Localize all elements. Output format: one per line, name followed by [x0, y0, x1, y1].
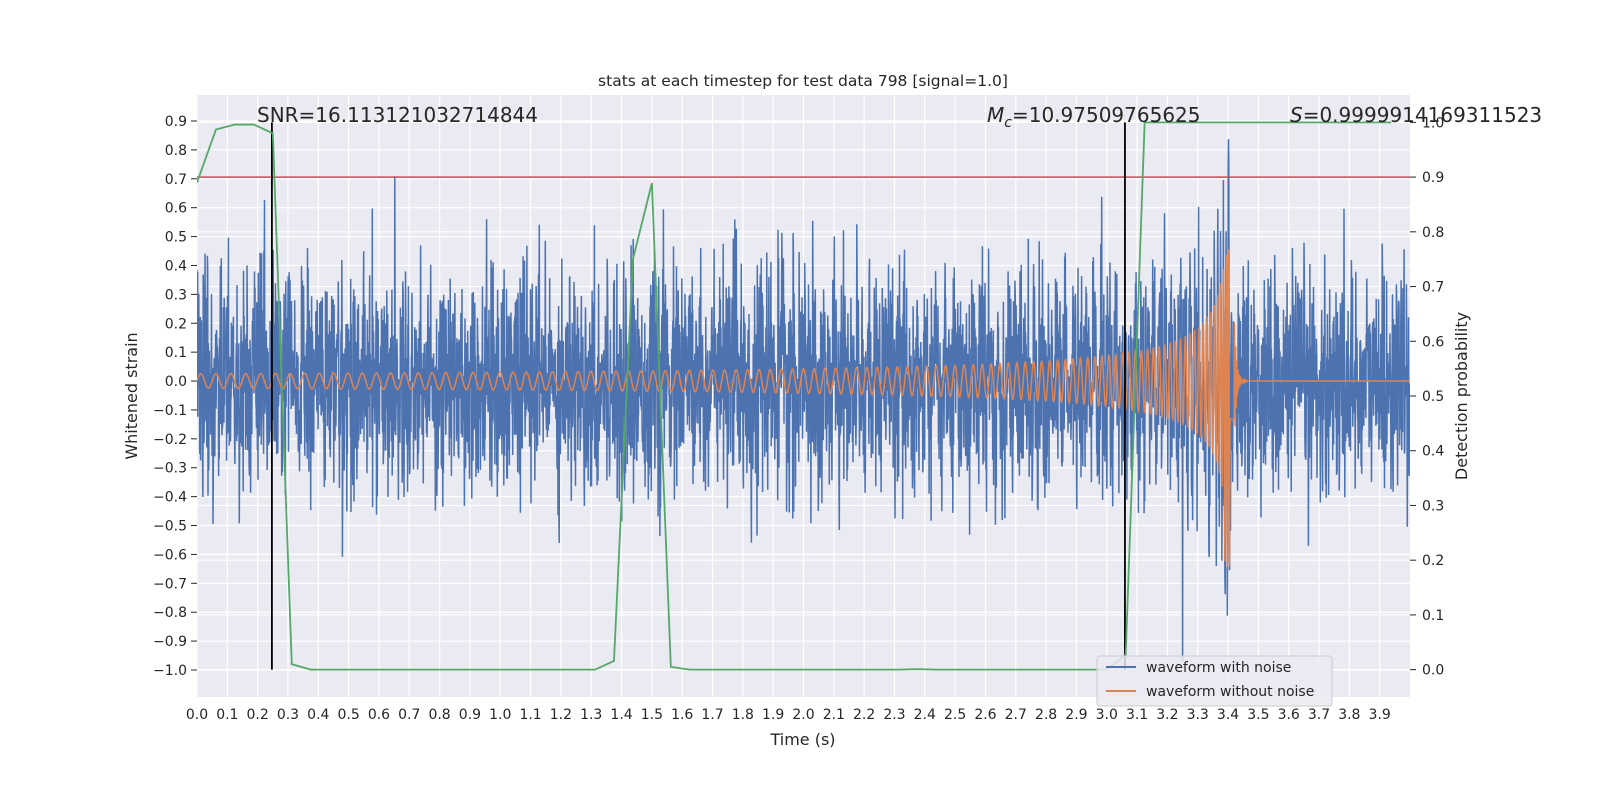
x-tick-label: 2.2 — [853, 707, 875, 723]
x-tick-label: 1.9 — [762, 707, 784, 723]
y-tick-label: 0.2 — [165, 316, 187, 332]
y-right-tick-label: 0.6 — [1422, 334, 1444, 350]
y-tick-label: −0.6 — [153, 547, 187, 563]
y-tick-label: 0.5 — [165, 230, 187, 246]
chirp-mass-annotation: Mc=10.97509765625 — [987, 103, 1201, 131]
y-tick-label: −1.0 — [153, 663, 187, 679]
y-right-tick-label: 0.0 — [1422, 663, 1444, 679]
x-tick-label: 0.3 — [277, 707, 299, 723]
legend: waveform with noise waveform without noi… — [1096, 655, 1333, 707]
x-tick-label: 2.1 — [823, 707, 845, 723]
x-tick-label: 3.4 — [1217, 707, 1239, 723]
x-tick-label: 2.6 — [974, 707, 996, 723]
y-right-tick-label: 0.3 — [1422, 498, 1444, 514]
x-tick-label: 1.2 — [550, 707, 572, 723]
y-tick-label: 0.9 — [165, 114, 187, 130]
y-tick-label: −0.1 — [153, 403, 187, 419]
y-tick-label: −0.8 — [153, 605, 187, 621]
x-tick-label: 2.4 — [914, 707, 936, 723]
y-right-tick-label: 0.8 — [1422, 225, 1444, 241]
y-axis-right-label: Detection probability — [1452, 312, 1471, 480]
x-tick-label: 3.7 — [1308, 707, 1330, 723]
x-tick-label: 0.7 — [398, 707, 420, 723]
x-tick-label: 0.1 — [216, 707, 238, 723]
y-right-tick-label: 0.2 — [1422, 553, 1444, 569]
x-tick-label: 1.5 — [641, 707, 663, 723]
x-tick-label: 1.8 — [732, 707, 754, 723]
x-tick-label: 0.6 — [368, 707, 390, 723]
x-tick-label: 1.3 — [580, 707, 602, 723]
x-tick-label: 3.0 — [1096, 707, 1118, 723]
chart: 0.0 0.1 0.2 0.3 0.4 0.5 0.6 0.7 0.8 0.9 1.0 1.1 1.2 1… — [122, 72, 1542, 749]
x-tick-label: 1.6 — [671, 707, 693, 723]
y-tick-label: −0.7 — [153, 576, 187, 592]
y-axis-right-ticks: 0.00.10.20.30.40.50.60.70.80.91.0 — [1410, 115, 1444, 679]
score-annotation: S=0.9999914169311523 — [1290, 103, 1542, 127]
y-tick-label: 0.6 — [165, 201, 187, 217]
x-tick-label: 1.4 — [610, 707, 632, 723]
x-tick-label: 3.6 — [1278, 707, 1300, 723]
x-tick-label: 2.5 — [944, 707, 966, 723]
x-tick-label: 3.2 — [1156, 707, 1178, 723]
y-tick-label: 0.1 — [165, 345, 187, 361]
y-right-tick-label: 0.7 — [1422, 280, 1444, 296]
legend-label-without-noise: waveform without noise — [1146, 684, 1314, 700]
x-tick-label: 3.8 — [1338, 707, 1360, 723]
x-tick-label: 0.2 — [247, 707, 269, 723]
y-tick-label: −0.9 — [153, 634, 187, 650]
y-axis-label: Whitened strain — [122, 332, 141, 459]
y-tick-label: −0.4 — [153, 490, 187, 506]
y-tick-label: 0.8 — [165, 143, 187, 159]
y-right-tick-label: 0.4 — [1422, 444, 1444, 460]
x-tick-label: 1.1 — [519, 707, 541, 723]
chart-title: stats at each timestep for test data 798… — [598, 72, 1008, 90]
x-axis-ticks: 0.0 0.1 0.2 0.3 0.4 0.5 0.6 0.7 0.8 0.9 1.0 1.1 1.2 1… — [186, 707, 1391, 723]
y-tick-label: 0.7 — [165, 172, 187, 188]
y-tick-label: 0.3 — [165, 287, 187, 303]
x-tick-label: 0.0 — [186, 707, 208, 723]
snr-annotation: SNR=16.113121032714844 — [257, 103, 538, 127]
x-tick-label: 0.9 — [459, 707, 481, 723]
x-tick-label: 2.0 — [792, 707, 814, 723]
y-right-tick-label: 0.1 — [1422, 608, 1444, 624]
x-tick-label: 2.9 — [1065, 707, 1087, 723]
y-right-tick-label: 0.5 — [1422, 389, 1444, 405]
x-tick-label: 3.1 — [1126, 707, 1148, 723]
x-tick-label: 3.9 — [1369, 707, 1391, 723]
x-tick-label: 0.8 — [428, 707, 450, 723]
x-tick-label: 2.8 — [1035, 707, 1057, 723]
x-tick-label: 3.5 — [1247, 707, 1269, 723]
x-tick-label: 1.0 — [489, 707, 511, 723]
x-tick-label: 3.3 — [1187, 707, 1209, 723]
chirp-mass-value: =10.97509765625 — [1012, 103, 1201, 127]
y-tick-label: 0.4 — [165, 258, 187, 274]
x-tick-label: 0.5 — [337, 707, 359, 723]
x-tick-label: 1.7 — [701, 707, 723, 723]
x-axis-label: Time (s) — [769, 730, 835, 749]
y-axis-ticks: −1.0 −0.9 −0.8 −0.7 −0.6 −0.5 −0.4 −0.3 −0.2 −0.1… — [153, 114, 197, 679]
y-tick-label: 0.0 — [165, 374, 187, 390]
legend-label-with-noise: waveform with noise — [1146, 660, 1291, 676]
x-tick-label: 0.4 — [307, 707, 329, 723]
x-tick-label: 2.3 — [883, 707, 905, 723]
score-value: =0.9999914169311523 — [1303, 103, 1542, 127]
chirp-mass-symbol: M — [987, 103, 1004, 127]
y-tick-label: −0.5 — [153, 519, 187, 535]
score-symbol: S — [1290, 103, 1303, 127]
y-tick-label: −0.3 — [153, 461, 187, 477]
y-right-tick-label: 0.9 — [1422, 170, 1444, 186]
y-tick-label: −0.2 — [153, 432, 187, 448]
x-tick-label: 2.7 — [1005, 707, 1027, 723]
